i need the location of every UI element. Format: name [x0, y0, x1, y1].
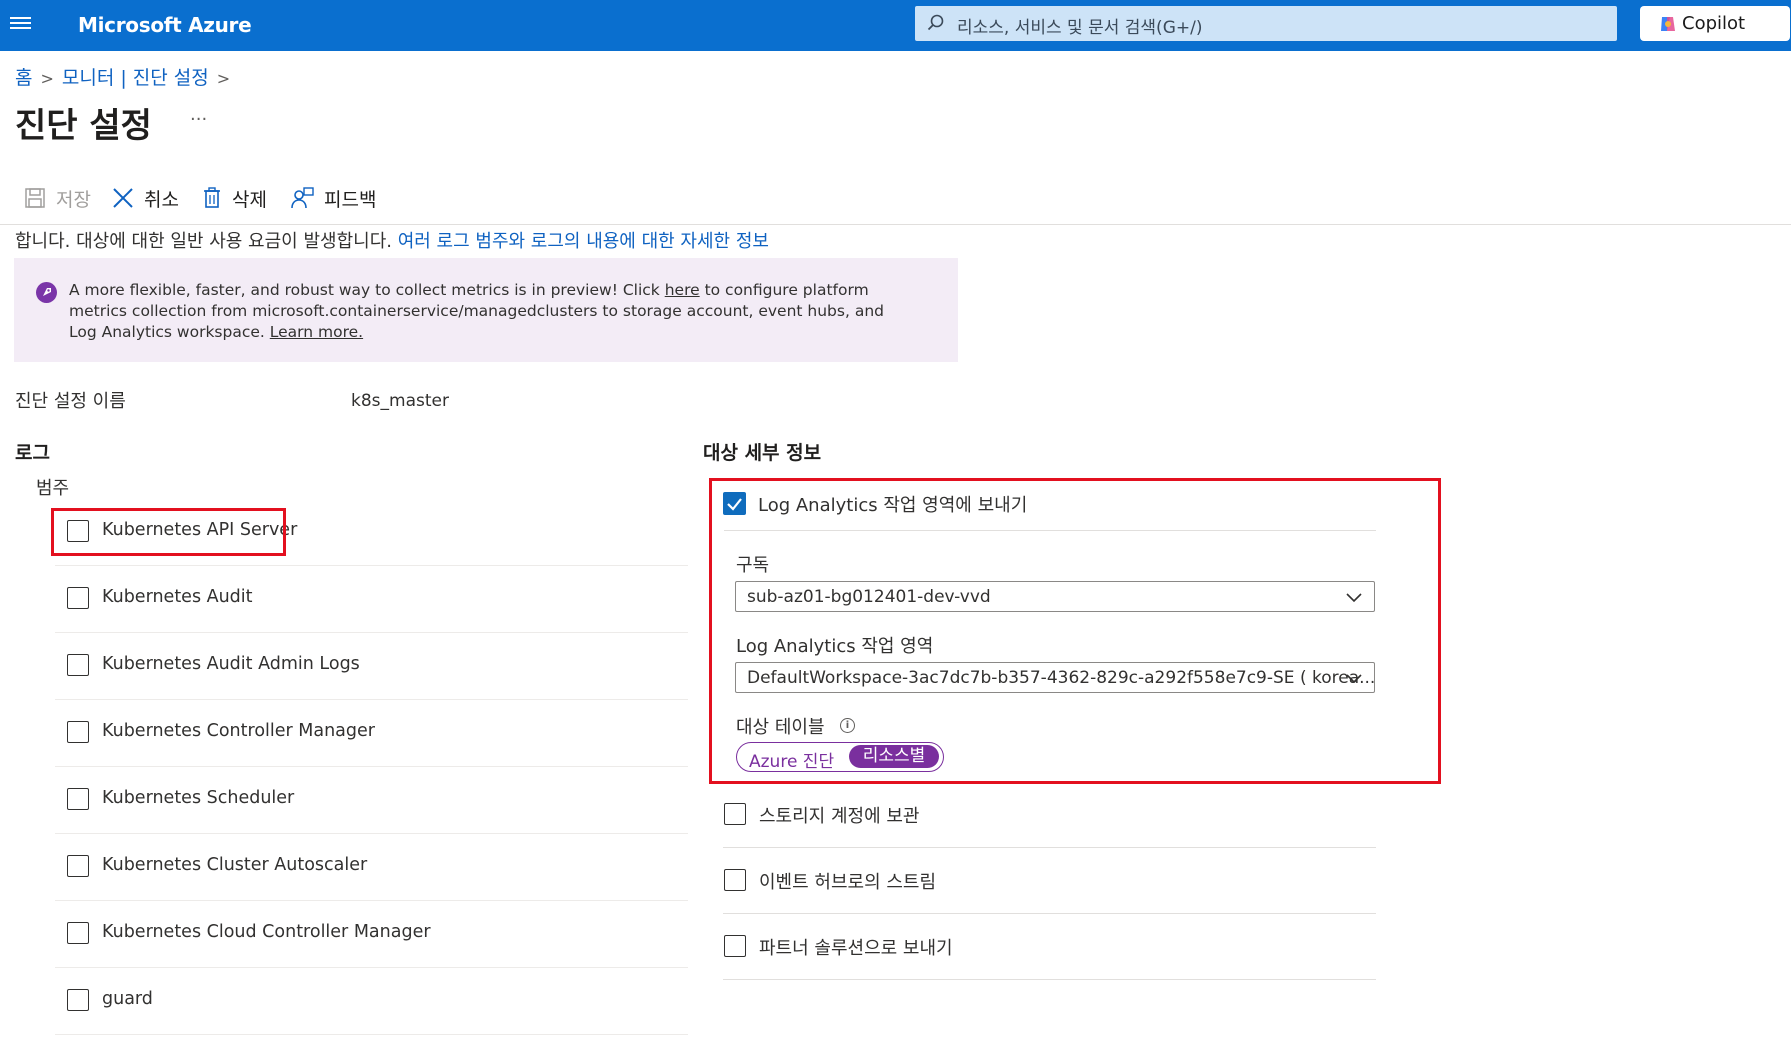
checkmark-icon: [727, 498, 742, 511]
event-hub-row: 이벤트 허브로의 스트림: [723, 847, 1376, 914]
divider: [724, 530, 1376, 531]
global-search-input[interactable]: 리소스, 서비스 및 문서 검색(G+/): [915, 6, 1617, 41]
log-category-checkbox[interactable]: [67, 788, 89, 810]
event-hub-checkbox[interactable]: [724, 869, 746, 891]
menu-icon[interactable]: [10, 14, 31, 32]
breadcrumb-monitor[interactable]: 모니터 | 진단 설정: [62, 67, 209, 89]
partner-solution-row: 파트너 솔루션으로 보내기: [723, 913, 1376, 980]
setting-name-label: 진단 설정 이름: [15, 391, 126, 412]
workspace-dropdown[interactable]: DefaultWorkspace-3ac7dc7b-b357-4362-829c…: [735, 662, 1375, 693]
log-category-label: Kubernetes Controller Manager: [102, 721, 375, 741]
feedback-icon: [291, 187, 314, 209]
chevron-down-icon: [1346, 593, 1362, 603]
table-option-resource-specific[interactable]: 리소스별: [849, 745, 939, 768]
log-category-label: Kubernetes Cluster Autoscaler: [102, 855, 368, 875]
banner-here-link[interactable]: here: [665, 281, 700, 299]
subscription-value: sub-az01-bg012401-dev-vvd: [747, 587, 991, 607]
subscription-dropdown[interactable]: sub-az01-bg012401-dev-vvd: [735, 581, 1375, 612]
close-icon: [113, 188, 133, 208]
cancel-button[interactable]: 취소: [112, 180, 179, 216]
chevron-right-icon: >: [216, 69, 231, 88]
feedback-label: 피드백: [324, 188, 377, 211]
log-category-label: guard: [102, 989, 153, 1009]
log-category-row: guard: [55, 967, 688, 1035]
logs-heading: 로그: [15, 442, 50, 464]
log-analytics-checkbox[interactable]: [723, 492, 746, 515]
log-category-checkbox[interactable]: [67, 654, 89, 676]
save-icon: [25, 188, 45, 208]
table-option-azure-diagnostics[interactable]: Azure 진단: [749, 747, 834, 772]
log-category-row: Kubernetes Audit: [55, 565, 688, 633]
delete-label: 삭제: [232, 188, 267, 211]
save-label: 저장: [56, 188, 91, 211]
log-category-row: Kubernetes Scheduler: [55, 766, 688, 834]
copilot-icon: [1661, 17, 1675, 31]
log-category-label: Kubernetes Audit Admin Logs: [102, 654, 360, 674]
partner-solution-checkbox[interactable]: [724, 935, 746, 957]
top-bar: Microsoft Azure 리소스, 서비스 및 문서 검색(G+/) Co…: [0, 0, 1791, 51]
copilot-label: Copilot: [1682, 13, 1746, 34]
highlight-box-api-server: [51, 508, 286, 556]
description-text: 합니다. 대상에 대한 일반 사용 요금이 발생합니다. 여러 로그 범주와 로…: [15, 227, 769, 253]
log-category-label: Kubernetes Cloud Controller Manager: [102, 922, 431, 942]
log-category-row: Kubernetes Cluster Autoscaler: [55, 833, 688, 901]
delete-button[interactable]: 삭제: [202, 180, 267, 216]
search-icon: [927, 14, 944, 31]
log-category-checkbox[interactable]: [67, 922, 89, 944]
log-category-checkbox[interactable]: [67, 721, 89, 743]
learn-more-categories-link[interactable]: 여러 로그 범주와 로그의 내용에 대한 자세한 정보: [398, 231, 769, 252]
destination-heading: 대상 세부 정보: [703, 442, 822, 464]
chevron-right-icon: >: [40, 69, 54, 88]
chevron-down-icon: [1346, 674, 1362, 684]
page-title: 진단 설정: [15, 106, 152, 146]
trash-icon: [204, 187, 220, 208]
rocket-icon: [36, 282, 57, 303]
event-hub-label: 이벤트 허브로의 스트림: [759, 872, 937, 893]
toolbar-divider: [0, 224, 1791, 225]
subscription-label: 구독: [736, 555, 770, 576]
log-category-label: Kubernetes Audit: [102, 587, 253, 607]
log-category-row: Kubernetes Controller Manager: [55, 699, 688, 767]
setting-name-value: k8s_master: [351, 391, 449, 411]
more-options-button[interactable]: ...: [190, 104, 207, 125]
log-category-row: Kubernetes Audit Admin Logs: [55, 632, 688, 700]
log-category-checkbox[interactable]: [67, 989, 89, 1011]
log-category-row: Kubernetes Cloud Controller Manager: [55, 900, 688, 968]
copilot-button[interactable]: Copilot: [1640, 6, 1790, 41]
save-button[interactable]: 저장: [24, 180, 91, 216]
banner-text: A more flexible, faster, and robust way …: [69, 280, 909, 343]
breadcrumb: 홈 > 모니터 | 진단 설정 >: [15, 63, 238, 90]
search-placeholder: 리소스, 서비스 및 문서 검색(G+/): [957, 18, 1203, 38]
category-label: 범주: [36, 478, 70, 499]
storage-account-row: 스토리지 계정에 보관: [723, 781, 1376, 848]
destination-table-toggle[interactable]: Azure 진단 리소스별: [736, 742, 944, 772]
log-category-checkbox[interactable]: [67, 587, 89, 609]
log-category-checkbox[interactable]: [67, 855, 89, 877]
preview-banner: A more flexible, faster, and robust way …: [14, 258, 958, 362]
workspace-label: Log Analytics 작업 영역: [736, 636, 934, 657]
destination-table-label: 대상 테이블: [736, 717, 825, 738]
breadcrumb-home[interactable]: 홈: [15, 67, 32, 89]
banner-learn-more-link[interactable]: Learn more.: [270, 323, 363, 341]
cancel-label: 취소: [144, 188, 179, 211]
workspace-value: DefaultWorkspace-3ac7dc7b-b357-4362-829c…: [747, 668, 1376, 688]
log-category-label: Kubernetes Scheduler: [102, 788, 295, 808]
storage-account-label: 스토리지 계정에 보관: [759, 806, 920, 827]
log-analytics-label: Log Analytics 작업 영역에 보내기: [758, 495, 1028, 516]
storage-account-checkbox[interactable]: [724, 803, 746, 825]
banner-text-part1: A more flexible, faster, and robust way …: [69, 281, 665, 299]
partner-solution-label: 파트너 솔루션으로 보내기: [759, 938, 953, 959]
brand-title[interactable]: Microsoft Azure: [78, 13, 252, 37]
feedback-button[interactable]: 피드백: [290, 180, 376, 216]
info-icon[interactable]: i: [840, 718, 855, 733]
description-body: 합니다. 대상에 대한 일반 사용 요금이 발생합니다.: [15, 231, 398, 252]
